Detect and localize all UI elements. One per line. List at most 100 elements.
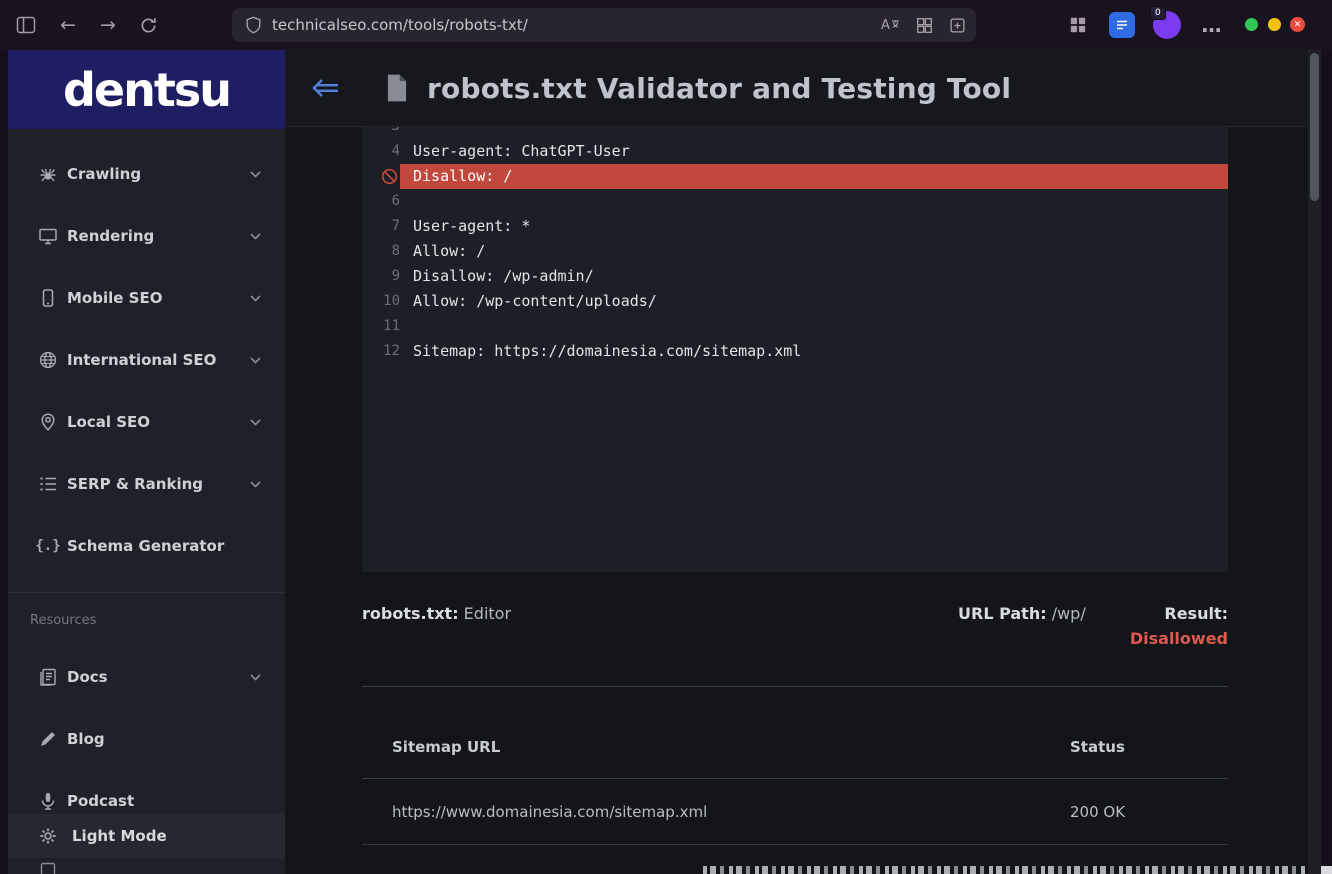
browser-window: ← → technicalseo.com/tools/robots-txt/ A — [0, 0, 1332, 874]
monitor-icon — [38, 226, 58, 246]
robots-editor[interactable]: 3 4User-agent: ChatGPT-User 5 Disallow: … — [362, 127, 1228, 572]
sidebar-toggle-icon[interactable] — [10, 9, 42, 41]
clipped-sidebar-item — [40, 862, 56, 874]
file-icon — [385, 73, 409, 103]
maximize-button[interactable] — [1268, 18, 1281, 31]
chevron-down-icon — [250, 481, 261, 488]
line-text: Allow: /wp-content/uploads/ — [400, 289, 1228, 314]
sidebar-item-label: Schema Generator — [67, 537, 224, 555]
url-path-status: URL Path: /wp/ — [958, 601, 1086, 626]
sitemap-status-cell: 200 OK — [1070, 803, 1228, 821]
editor-line: 4User-agent: ChatGPT-User — [362, 139, 1228, 164]
back-icon[interactable]: ← — [52, 9, 84, 41]
line-text — [400, 127, 1228, 139]
sidebar-item-label: Mobile SEO — [67, 289, 162, 307]
reload-icon[interactable] — [132, 9, 164, 41]
sidebar-item-label: Docs — [67, 668, 108, 686]
gear-icon — [38, 826, 58, 846]
sidebar-item-label: Rendering — [67, 227, 154, 245]
page-viewport: dentsu Crawling Rendering — [0, 50, 1332, 874]
sidebar-item-crawling[interactable]: Crawling — [8, 143, 285, 205]
dentsu-logo[interactable]: dentsu — [8, 50, 285, 129]
menu-ellipsis-icon[interactable]: … — [1196, 9, 1228, 41]
browser-toolbar: ← → technicalseo.com/tools/robots-txt/ A — [0, 0, 1332, 50]
svg-text:A: A — [881, 18, 890, 33]
light-mode-toggle[interactable]: Light Mode — [8, 814, 285, 858]
adblock-extension-icon[interactable]: 0 — [1153, 11, 1181, 39]
document-extension-icon[interactable] — [1109, 12, 1135, 38]
editor-line: 9Disallow: /wp-admin/ — [362, 264, 1228, 289]
extensions-icon[interactable] — [1062, 9, 1094, 41]
sidebar-item-blog[interactable]: Blog — [8, 708, 285, 770]
braces-icon: {.} — [38, 536, 58, 556]
chevron-down-icon — [250, 357, 261, 364]
sitemap-url-cell: https://www.domainesia.com/sitemap.xml — [362, 803, 1070, 821]
clipped-footer-text — [703, 866, 1310, 874]
result-label: Result: — [1130, 601, 1228, 626]
line-number: 10 — [362, 289, 400, 314]
sidebar-item-label: SERP & Ranking — [67, 475, 203, 493]
extension-badge: 0 — [1150, 6, 1166, 20]
site-info-icon[interactable] — [245, 16, 262, 34]
line-number: 8 — [362, 239, 400, 264]
close-button[interactable]: ✕ — [1290, 17, 1305, 32]
line-number: 9 — [362, 264, 400, 289]
col-sitemap-url: Sitemap URL — [362, 738, 1070, 756]
window-edge-left — [0, 50, 8, 874]
editor-line: 7User-agent: * — [362, 214, 1228, 239]
globe-icon — [38, 350, 58, 370]
sidebar-item-serp-ranking[interactable]: SERP & Ranking — [8, 453, 285, 515]
sidebar-item-local-seo[interactable]: Local SEO — [8, 391, 285, 453]
result-value: Disallowed — [1130, 626, 1228, 651]
blocked-line-gutter: 5 — [362, 164, 400, 189]
line-text: Disallow: /wp-admin/ — [400, 264, 1228, 289]
chevron-down-icon — [250, 171, 261, 178]
scrollbar-corner — [1321, 866, 1332, 874]
sidebar-item-rendering[interactable]: Rendering — [8, 205, 285, 267]
collections-icon[interactable] — [949, 17, 966, 34]
forward-icon[interactable]: → — [92, 9, 124, 41]
minimize-button[interactable] — [1245, 18, 1258, 31]
split-view-icon[interactable] — [916, 17, 933, 34]
sidebar-item-international-seo[interactable]: International SEO — [8, 329, 285, 391]
sidebar: dentsu Crawling Rendering — [8, 50, 285, 874]
editor-line: 12Sitemap: https://domainesia.com/sitema… — [362, 339, 1228, 364]
spider-icon — [38, 164, 58, 184]
page-title: robots.txt Validator and Testing Tool — [427, 72, 1011, 105]
line-text: Allow: / — [400, 239, 1228, 264]
map-pin-icon — [38, 412, 58, 432]
line-number: 3 — [362, 127, 400, 139]
scrollbar-thumb[interactable] — [1310, 53, 1319, 201]
collapse-sidebar-icon[interactable] — [312, 77, 340, 99]
sidebar-item-label: Podcast — [67, 792, 134, 810]
translate-icon[interactable]: A — [880, 15, 900, 35]
sidebar-item-label: Blog — [67, 730, 105, 748]
sidebar-item-docs[interactable]: Docs — [8, 646, 285, 708]
editor-line: 6 — [362, 189, 1228, 214]
chevron-down-icon — [250, 295, 261, 302]
address-bar[interactable]: technicalseo.com/tools/robots-txt/ A — [232, 8, 976, 42]
editor-line-blocked: 5 Disallow: / — [362, 164, 1228, 189]
ban-icon — [381, 168, 398, 185]
sidebar-item-schema-generator[interactable]: {.} Schema Generator — [8, 515, 285, 577]
microphone-icon — [38, 791, 58, 811]
line-number: 4 — [362, 139, 400, 164]
col-status: Status — [1070, 738, 1228, 756]
editor-lines: 3 4User-agent: ChatGPT-User 5 Disallow: … — [362, 127, 1228, 364]
chevron-down-icon — [250, 233, 261, 240]
close-icon: ✕ — [1294, 20, 1302, 30]
numbered-list-icon — [38, 474, 58, 494]
line-text: Disallow: / — [400, 164, 1228, 189]
table-row[interactable]: https://www.domainesia.com/sitemap.xml 2… — [362, 779, 1228, 845]
editor-line: 3 — [362, 127, 1228, 139]
line-number: 6 — [362, 189, 400, 214]
sidebar-item-mobile-seo[interactable]: Mobile SEO — [8, 267, 285, 329]
line-number: 11 — [362, 314, 400, 339]
page-scrollbar[interactable] — [1308, 50, 1321, 874]
logo-text: dentsu — [63, 63, 230, 117]
docs-icon — [38, 667, 58, 687]
light-mode-label: Light Mode — [72, 827, 167, 845]
editor-status-label: robots.txt: Editor — [362, 601, 511, 626]
line-text — [400, 189, 1228, 214]
smartphone-icon — [38, 288, 58, 308]
